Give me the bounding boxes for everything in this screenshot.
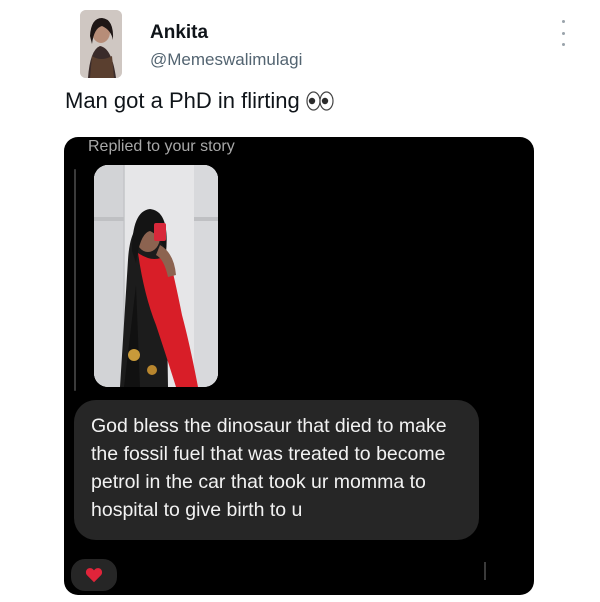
author-name[interactable]: Ankita (150, 22, 208, 44)
reaction-badge[interactable] (69, 557, 119, 593)
tweet-text: Man got a PhD in flirting (65, 88, 334, 114)
avatar[interactable] (80, 10, 122, 78)
author-handle[interactable]: @Memeswalimulagi (150, 50, 302, 70)
replied-to-story-label: Replied to your story (88, 138, 235, 155)
reply-indicator-line (74, 169, 76, 391)
dm-story-reply-card: Replied to your story God bless the dino… (64, 137, 534, 595)
tweet-header: Ankita @Memeswalimulagi (80, 8, 565, 80)
message-text: God bless the dinosaur that died to make… (91, 415, 447, 521)
red-heart-icon (85, 568, 103, 583)
message-bubble[interactable]: God bless the dinosaur that died to make… (74, 400, 479, 540)
tweet-text-content: Man got a PhD in flirting (65, 88, 300, 113)
scrollbar-hint (484, 562, 486, 580)
more-options-icon[interactable] (560, 20, 566, 46)
story-thumbnail[interactable] (94, 165, 218, 387)
eyes-emoji-icon (306, 91, 334, 111)
